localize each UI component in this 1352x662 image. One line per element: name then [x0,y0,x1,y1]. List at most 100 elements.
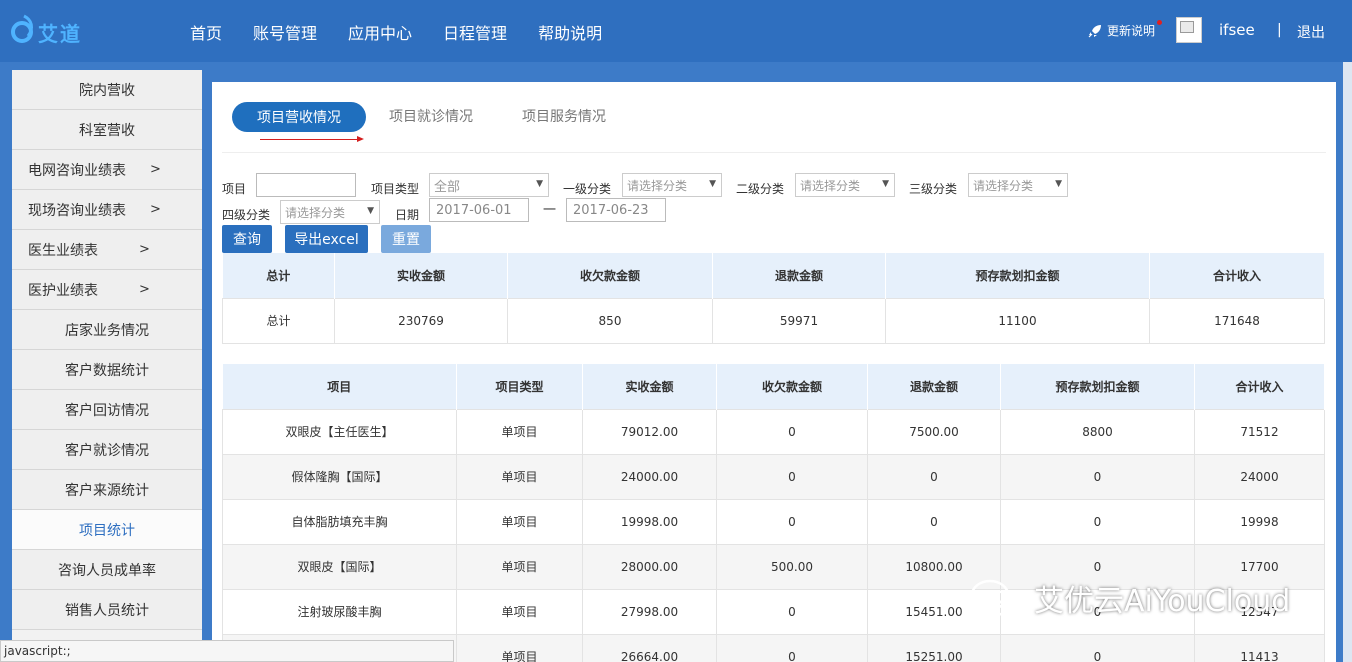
detail-header: 退款金额 [867,364,1001,409]
table-cell: 500.00 [716,543,868,590]
table-cell: 双眼皮【国际】 [222,543,457,590]
category1-placeholder: 请选择分类 [627,178,688,193]
date-label: 日期 [395,208,420,222]
sidebar-item[interactable]: 咨询人员成单率 [12,550,202,590]
query-button[interactable]: 查询 [222,225,272,253]
sidebar-item[interactable]: 销售人员统计 [12,590,202,630]
type-select[interactable]: 全部 ▼ [429,173,549,197]
update-notes-link[interactable]: 更新说明 [1088,22,1155,39]
sidebar-item[interactable]: 客户就诊情况 [12,430,202,470]
category1-select[interactable]: 请选择分类 ▼ [622,173,722,197]
summary-cell: 11100 [885,297,1150,344]
table-cell: 19998.00 [582,498,717,545]
detail-header: 项目 [222,364,457,409]
category4-placeholder: 请选择分类 [285,205,346,220]
avatar[interactable] [1176,17,1202,43]
red-arrow-annotation [260,136,364,142]
chevron-down-icon: ▼ [709,179,716,189]
sidebar-item-label: 医生业绩表 [28,242,98,259]
sidebar-item[interactable]: 医护业绩表 > [12,270,202,310]
date-from-input[interactable]: 2017-06-01 [429,198,529,222]
nav-apps[interactable]: 应用中心 [348,20,412,44]
summary-header: 收欠款金额 [507,253,713,298]
category2-select[interactable]: 请选择分类 ▼ [795,173,895,197]
summary-cell: 850 [507,297,713,344]
category4-select[interactable]: 请选择分类 ▼ [280,200,380,224]
reset-button[interactable]: 重置 [381,225,431,253]
date-separator: 一 [543,203,557,218]
table-cell: 单项目 [456,588,583,635]
top-bar: 艾道 首页 账号管理 应用中心 日程管理 帮助说明 更新说明 ifsee | 退… [0,0,1352,62]
table-cell: 单项目 [456,453,583,500]
sidebar-item[interactable]: 项目统计 [12,510,202,550]
sidebar-item[interactable]: 院内营收 [12,70,202,110]
wechat-icon [970,579,1023,617]
table-cell: 0 [716,453,868,500]
detail-header: 项目类型 [456,364,583,409]
detail-header: 收欠款金额 [716,364,868,409]
project-input[interactable] [256,173,356,197]
sidebar-item[interactable]: 客户数据统计 [12,350,202,390]
tab-project-visits[interactable]: 项目就诊情况 [389,106,473,126]
table-cell: 0 [1000,498,1195,545]
summary-header: 合计收入 [1149,253,1325,298]
sidebar-item[interactable]: 客户回访情况 [12,390,202,430]
main-nav: 首页 账号管理 应用中心 日程管理 帮助说明 [190,20,633,44]
category2-placeholder: 请选择分类 [800,178,861,193]
tab-project-revenue[interactable]: 项目营收情况 [232,102,366,132]
sidebar-item[interactable]: 店家业务情况 [12,310,202,350]
sidebar-item-label: 项目统计 [79,522,135,539]
sidebar-item-label: 院内营收 [79,82,135,99]
table-cell: 单项目 [456,543,583,590]
summary-cell: 230769 [334,297,508,344]
watermark-text: 艾优云AiYouCloud [1034,584,1291,619]
sidebar-item-label: 电网咨询业绩表 [28,162,126,179]
table-cell: 24000.00 [582,453,717,500]
nav-home[interactable]: 首页 [190,20,222,44]
logo-icon [11,14,33,43]
sidebar-item-label: 科室营收 [79,122,135,139]
logo-text: 艾道 [38,22,82,46]
table-cell: 单项目 [456,633,583,662]
category3-select[interactable]: 请选择分类 ▼ [968,173,1068,197]
detail-header: 预存款划扣金额 [1000,364,1195,409]
sidebar-item[interactable]: 科室营收 [12,110,202,150]
nav-schedule[interactable]: 日程管理 [443,20,507,44]
sidebar-item[interactable]: 医生业绩表 > [12,230,202,270]
scrollbar[interactable] [1343,62,1352,662]
table-cell: 28000.00 [582,543,717,590]
sidebar-item-label: 现场咨询业绩表 [28,202,126,219]
table-cell: 0 [716,588,868,635]
sidebar-item[interactable]: 电网咨询业绩表 > [12,150,202,190]
table-cell: 71512 [1194,408,1325,455]
separator: | [1277,22,1282,38]
export-excel-button[interactable]: 导出excel [285,225,368,253]
table-cell: 单项目 [456,408,583,455]
sidebar-item-label: 咨询人员成单率 [58,562,156,579]
detail-header: 合计收入 [1194,364,1325,409]
notification-dot [1157,20,1162,25]
nav-account[interactable]: 账号管理 [253,20,317,44]
sidebar-item[interactable]: 客户来源统计 [12,470,202,510]
nav-help[interactable]: 帮助说明 [538,20,602,44]
table-cell: 79012.00 [582,408,717,455]
date-to-input[interactable]: 2017-06-23 [566,198,666,222]
chevron-down-icon: ▼ [536,179,543,189]
table-cell: 单项目 [456,498,583,545]
tab-project-service[interactable]: 项目服务情况 [522,106,606,126]
summary-cell: 总计 [222,297,335,344]
sidebar-item-label: 客户就诊情况 [65,442,149,459]
sidebar-item-label: 客户回访情况 [65,402,149,419]
sidebar-item[interactable]: 现场咨询业绩表 > [12,190,202,230]
logout-link[interactable]: 退出 [1297,22,1325,42]
username[interactable]: ifsee [1219,21,1255,39]
table-cell: 假体隆胸【国际】 [222,453,457,500]
table-cell: 双眼皮【主任医生】 [222,408,457,455]
summary-cell: 59971 [712,297,886,344]
detail-header-row: 项目 项目类型 实收金额 收欠款金额 退款金额 预存款划扣金额 合计收入 [222,364,1325,409]
table-cell: 27998.00 [582,588,717,635]
summary-cell: 171648 [1149,297,1325,344]
summary-header: 实收金额 [334,253,508,298]
table-cell: 0 [1000,453,1195,500]
rocket-icon [1088,24,1101,37]
